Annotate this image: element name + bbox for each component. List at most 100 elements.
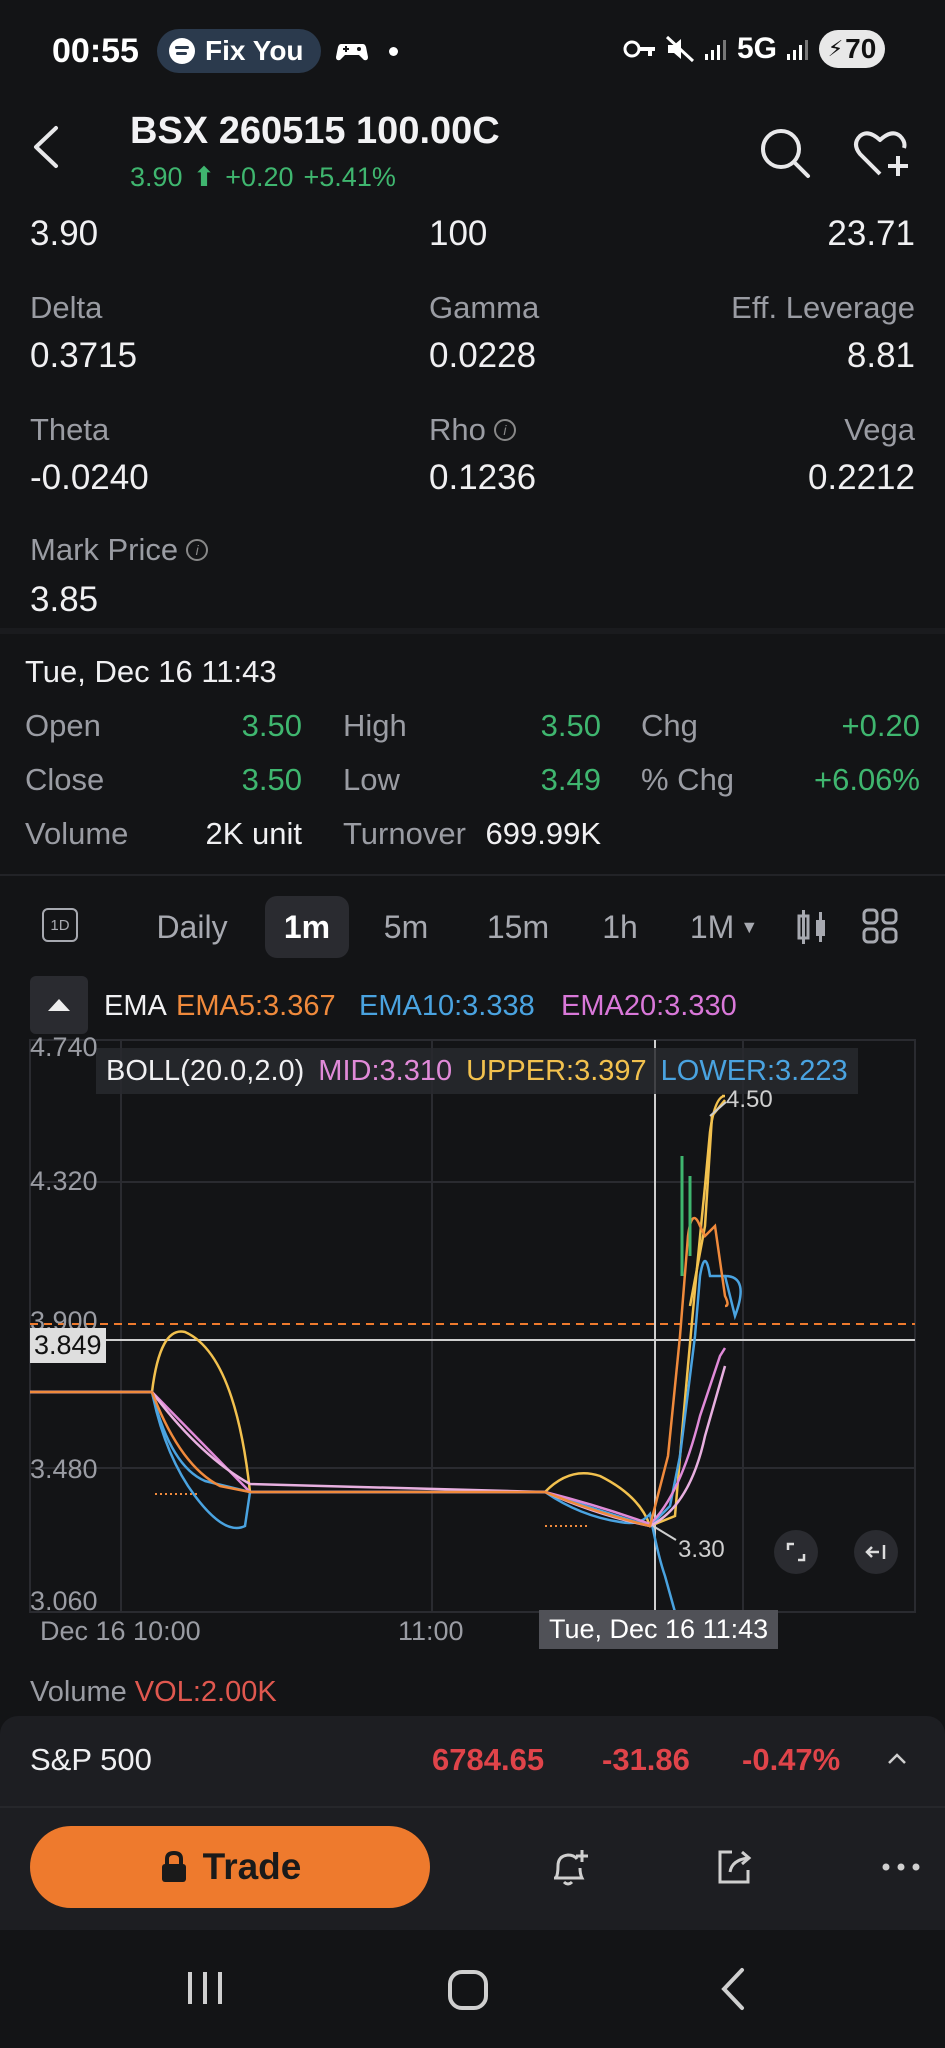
index-change: -31.86: [602, 1742, 690, 1777]
rho-label: Rho: [429, 412, 486, 447]
chart-frame: [29, 1039, 916, 1613]
charging-bolt-icon: ⚡: [827, 36, 844, 61]
rho-info-icon[interactable]: i: [493, 419, 516, 441]
chevron-up-icon[interactable]: [886, 1748, 908, 1770]
close-label: Close: [25, 762, 105, 797]
delta-value: 0.3715: [30, 336, 138, 375]
index-change-pct: -0.47%: [742, 1742, 841, 1777]
dropdown-caret-icon: ▼: [740, 916, 759, 937]
game-controller-icon: [336, 44, 368, 61]
lock-icon: [161, 1850, 186, 1882]
ema5-value: EMA5:3.367: [176, 990, 336, 1022]
vega-label: Vega: [844, 412, 915, 447]
tab-daily[interactable]: Daily: [142, 896, 242, 958]
signal-icon: [704, 40, 726, 60]
leverage-label: Eff. Leverage: [731, 290, 915, 325]
ema10-line: [30, 1259, 742, 1528]
gamma-value: 0.0228: [429, 336, 537, 375]
boll-upper-line: [30, 1094, 726, 1528]
y-tick-label: 4.740: [30, 1032, 98, 1062]
volume-label: Volume: [25, 816, 129, 851]
crosshair-time-tag: Tue, Dec 16 11:43: [539, 1610, 779, 1649]
period-tabs: 1D Daily 1m 5m 15m 1h 1M ▼: [0, 890, 945, 966]
trade-button[interactable]: Trade: [30, 1826, 430, 1908]
ema-label: EMA: [104, 990, 167, 1022]
boll-mid-line: [30, 1347, 727, 1526]
turnover-label: Turnover: [343, 816, 466, 851]
theta-value: -0.0240: [30, 458, 149, 497]
now-playing-pill[interactable]: Fix You: [157, 29, 321, 73]
jump-to-latest-button[interactable]: [854, 1530, 898, 1574]
low-label: Low: [343, 762, 400, 797]
price-alert-bell-icon[interactable]: [546, 1844, 592, 1890]
recent-apps-icon[interactable]: [184, 1968, 226, 2008]
chg-label: Chg: [641, 708, 698, 743]
tab-5m[interactable]: 5m: [370, 896, 442, 958]
ema20-line: [30, 1365, 727, 1528]
share-icon[interactable]: [712, 1844, 758, 1890]
header: BSX 260515 100.00C 3.90 ⬆ +0.20 +5.41%: [0, 104, 945, 198]
search-icon[interactable]: [758, 126, 812, 180]
status-icons: 5G ⚡ 70: [623, 30, 885, 68]
close-value: 3.50: [241, 762, 302, 797]
system-nav-bar: [0, 1930, 945, 2048]
system-back-icon[interactable]: [718, 1966, 748, 2012]
turnover-value: 699.99K: [485, 816, 602, 851]
fullscreen-button[interactable]: [774, 1530, 818, 1574]
spotify-icon: [169, 38, 195, 64]
grid-layout-icon[interactable]: [862, 908, 898, 944]
mark-price-label-group: Mark Price i: [30, 532, 209, 568]
gamma-label: Gamma: [429, 290, 540, 325]
tab-15m[interactable]: 15m: [474, 896, 562, 958]
candlestick-icon[interactable]: [795, 908, 829, 946]
volume-indicator-value: VOL:2.00K: [134, 1676, 277, 1708]
contract-title: BSX 260515 100.00C: [130, 110, 500, 152]
index-ticker-bar[interactable]: S&P 500 6784.65 -31.86 -0.47%: [0, 1716, 945, 1806]
mark-price-info-icon[interactable]: i: [186, 539, 209, 561]
vpn-key-icon: [623, 40, 655, 58]
boll-lower: LOWER:3.223: [660, 1054, 848, 1087]
collapse-indicators-button[interactable]: [30, 976, 88, 1034]
low-marker-label: 3.30: [678, 1536, 725, 1563]
ema-legend: EMA EMA5:3.367 EMA10:3.338 EMA20:3.330: [0, 976, 945, 1036]
status-time: 00:55: [52, 32, 139, 70]
greek-row0-c: 23.71: [827, 214, 915, 253]
theta-label: Theta: [30, 412, 110, 447]
last-price: 3.90: [130, 162, 183, 192]
notification-dot: [389, 47, 398, 56]
x-tick-label: 11:00: [398, 1616, 464, 1646]
price-chart[interactable]: BOLL(20.0,2.0) MID:3.310 UPPER:3.397 LOW…: [0, 1032, 945, 1656]
more-options-icon[interactable]: [878, 1844, 924, 1890]
back-button[interactable]: [24, 124, 70, 170]
tab-1M-dropdown[interactable]: 1M ▼: [684, 896, 764, 958]
expand-icon: [786, 1542, 806, 1562]
price-subline: 3.90 ⬆ +0.20 +5.41%: [130, 162, 396, 193]
mark-price-label: Mark Price: [30, 532, 179, 567]
rho-label-group: Rho i: [429, 412, 516, 448]
tab-1m[interactable]: 1m: [265, 896, 349, 958]
greeks-panel: 3.90 100 23.71 Delta 0.3715 Gamma 0.0228…: [0, 198, 945, 628]
ohlc-panel: Tue, Dec 16 11:43 Open 3.50 High 3.50 Ch…: [0, 634, 945, 874]
home-icon[interactable]: [446, 1968, 490, 2012]
tab-1M-label: 1M: [689, 908, 735, 945]
index-price: 6784.65: [432, 1742, 545, 1777]
y-tick-label: 3.480: [30, 1454, 98, 1484]
high-value: 3.50: [540, 708, 601, 743]
status-bar: 00:55 Fix You 5G ⚡ 70: [0, 0, 945, 104]
now-playing-title: Fix You: [205, 35, 304, 66]
y-tick-label: 3.060: [30, 1586, 98, 1616]
network-type: 5G: [736, 32, 777, 65]
ohlc-date: Tue, Dec 16 11:43: [25, 654, 277, 689]
intraday-1d-label: 1D: [50, 916, 70, 934]
intraday-1d-icon[interactable]: 1D: [42, 908, 78, 942]
divider-line: [0, 874, 945, 876]
add-watchlist-heart-icon[interactable]: [852, 126, 912, 180]
arrow-left-bar-icon: [865, 1545, 886, 1559]
volume-value: 2K unit: [205, 816, 302, 851]
crosshair-price-tag: 3.849: [30, 1328, 106, 1363]
pct-chg-label: % Chg: [641, 762, 735, 797]
bottom-action-bar: Trade: [0, 1806, 945, 1930]
high-label: High: [343, 708, 407, 743]
open-label: Open: [25, 708, 101, 743]
tab-1h[interactable]: 1h: [592, 896, 648, 958]
